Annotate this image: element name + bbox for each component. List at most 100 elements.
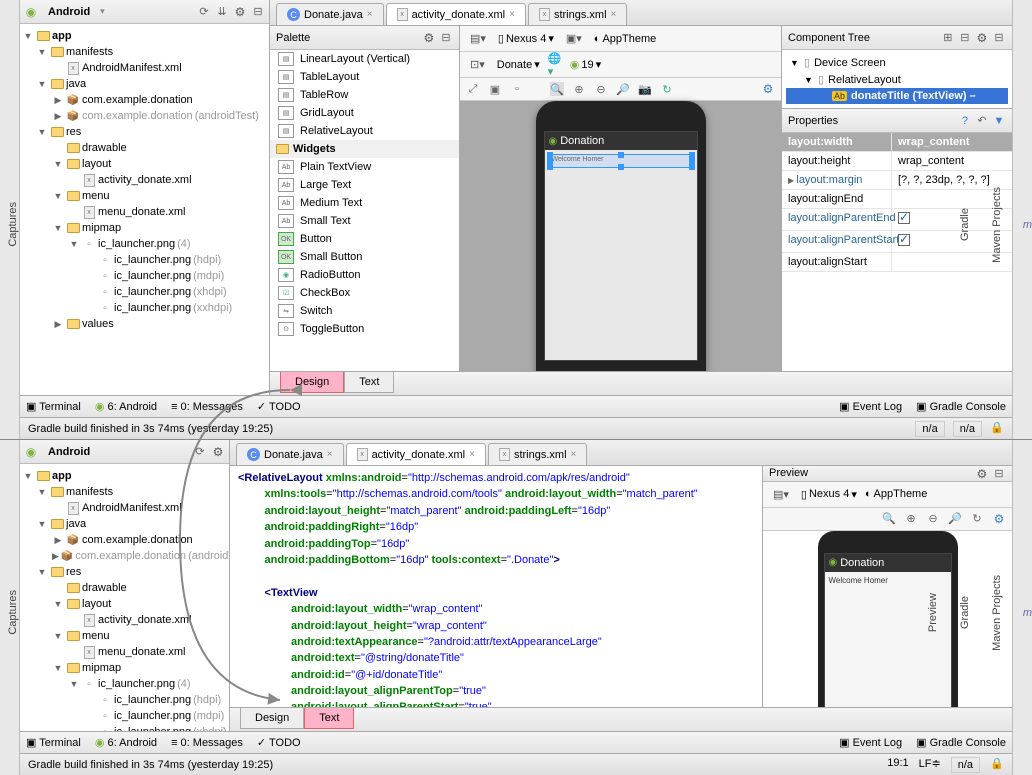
property-row[interactable]: layout:alignEnd — [782, 190, 1012, 209]
tree-item[interactable]: ▼res — [20, 564, 229, 580]
rail-captures[interactable]: Captures — [7, 198, 19, 251]
close-icon[interactable]: × — [327, 449, 333, 460]
editor-tab[interactable]: xactivity_donate.xml× — [346, 443, 486, 465]
property-row[interactable]: layout:alignStart — [782, 253, 1012, 272]
expand-all-icon[interactable]: ⊞ — [941, 30, 955, 44]
globe-icon[interactable]: 🌐▾ — [548, 58, 562, 72]
property-row[interactable]: layout:alignParentEnd — [782, 209, 1012, 231]
gear-icon[interactable]: ⚙ — [975, 31, 989, 45]
close-icon[interactable]: × — [571, 449, 577, 460]
rail-gradle[interactable]: Gradle — [959, 592, 971, 633]
zoom-out-icon[interactable]: ⊖ — [594, 82, 608, 96]
project-variant[interactable]: Android — [42, 6, 96, 18]
component-item[interactable]: ▼▯Device Screen — [786, 54, 1008, 71]
tree-item[interactable]: ▫ic_launcher.png (hdpi) — [20, 252, 269, 268]
android-logcat-button[interactable]: ◉ 6: Android — [95, 400, 157, 413]
gear-icon[interactable]: ⚙ — [761, 82, 775, 96]
line-sep[interactable]: LF≑ — [919, 757, 941, 773]
tree-item[interactable]: ▼layout — [20, 596, 229, 612]
zoom-in-icon[interactable]: ⊕ — [904, 512, 918, 526]
fit-icon[interactable]: ▣ — [488, 82, 502, 96]
gear-icon[interactable]: ⚙ — [992, 512, 1006, 526]
todo-button[interactable]: ✓ TODO — [257, 400, 301, 413]
api-selector[interactable]: ◉ 19▾ — [570, 58, 601, 71]
device-selector[interactable]: ▯ Nexus 4▾ — [498, 32, 554, 45]
tree-item[interactable]: ▼java — [20, 516, 229, 532]
revert-icon[interactable]: ↶ — [975, 113, 989, 127]
selected-widget[interactable]: Welcome Homer — [549, 154, 693, 168]
rail-maven[interactable]: Maven Projects — [991, 183, 1003, 267]
palette-toggle-icon[interactable]: ▤▾ — [466, 30, 490, 47]
module-selector[interactable]: Donate▾ — [497, 58, 540, 71]
project-tree[interactable]: ◉ Android ▾ ⟳ ⇊ ⚙ ⊟ ▼app▼manifestsxAndro… — [20, 0, 270, 395]
android-logcat-button[interactable]: ◉ 6: Android — [95, 736, 157, 749]
palette-item[interactable]: ⇋Switch — [270, 302, 459, 320]
tree-item[interactable]: xmenu_donate.xml — [20, 204, 269, 220]
gradle-console-button[interactable]: ▣ Gradle Console — [916, 400, 1006, 413]
editor-tab[interactable]: CDonate.java× — [236, 443, 344, 465]
rail-preview[interactable]: Preview — [927, 589, 939, 636]
expand-icon[interactable]: ⤢ — [466, 82, 480, 96]
event-log-button[interactable]: ▣ Event Log — [839, 736, 902, 749]
property-row[interactable]: layout:heightwrap_content — [782, 152, 1012, 171]
filter-icon[interactable]: ▼ — [992, 114, 1006, 128]
terminal-button[interactable]: ▣ Terminal — [26, 400, 81, 413]
project-tree-2[interactable]: ◉ Android ⟳ ⚙ ▼app▼manifestsxAndroidMani… — [20, 440, 230, 731]
tree-item[interactable]: ▶values — [20, 316, 269, 332]
gear-icon[interactable]: ⚙ — [211, 445, 225, 459]
messages-button[interactable]: ≡ 0: Messages — [171, 401, 243, 413]
tree-item[interactable]: ▫ic_launcher.png (mdpi) — [20, 708, 229, 724]
design-tab[interactable]: Design — [280, 372, 344, 393]
tree-item[interactable]: ▼mipmap — [20, 220, 269, 236]
zoom-icon[interactable]: ⊡▾ — [466, 56, 489, 73]
component-item[interactable]: ▼▯RelativeLayout — [786, 71, 1008, 88]
component-item[interactable]: AbdonateTitle (TextView) – — [786, 88, 1008, 104]
lock-icon[interactable]: 🔒 — [990, 421, 1004, 435]
tree-item[interactable]: drawable — [20, 140, 269, 156]
xml-editor[interactable]: <RelativeLayout xmlns:android="http://sc… — [230, 466, 762, 707]
editor-tab[interactable]: xstrings.xml× — [528, 3, 627, 25]
text-tab[interactable]: Text — [304, 708, 354, 729]
zoom-fit-icon[interactable]: 🔎 — [948, 512, 962, 526]
editor-tab[interactable]: xstrings.xml× — [488, 443, 587, 465]
gear-icon[interactable]: ⚙ — [422, 31, 436, 45]
screenshot-icon[interactable]: 📷 — [638, 82, 652, 96]
rail-maven[interactable]: Maven Projects — [991, 571, 1003, 655]
tree-item[interactable]: ▫ic_launcher.png (mdpi) — [20, 268, 269, 284]
tree-item[interactable]: ▼manifests — [20, 44, 269, 60]
rail-captures[interactable]: Captures — [7, 586, 19, 639]
todo-button[interactable]: ✓ TODO — [257, 736, 301, 749]
palette-item[interactable]: ▤LinearLayout (Vertical) — [270, 50, 459, 68]
tree-item[interactable]: drawable — [20, 580, 229, 596]
palette-item[interactable]: AbLarge Text — [270, 176, 459, 194]
design-canvas[interactable]: ◉Donation Welcome Homer — [460, 101, 781, 371]
tree-item[interactable]: ▫ic_launcher.png (xxhdpi) — [20, 300, 269, 316]
hide-icon[interactable]: ⊟ — [251, 5, 265, 19]
tree-item[interactable]: xAndroidManifest.xml — [20, 60, 269, 76]
hide-icon[interactable]: ⊟ — [992, 466, 1006, 480]
project-variant[interactable]: Android — [42, 446, 96, 458]
tree-item[interactable]: ▼layout — [20, 156, 269, 172]
property-row[interactable]: layout:alignParentStart — [782, 231, 1012, 253]
tree-item[interactable]: ▼▫ic_launcher.png (4) — [20, 236, 269, 252]
palette-item[interactable]: ◉RadioButton — [270, 266, 459, 284]
sync-icon[interactable]: ⟳ — [197, 5, 211, 19]
zoom-actual-icon[interactable]: 🔍 — [550, 82, 564, 96]
palette-item[interactable]: ▤RelativeLayout — [270, 122, 459, 140]
lock-icon[interactable]: 🔒 — [990, 757, 1004, 771]
encoding[interactable]: n/a — [951, 757, 980, 773]
zoom-in-icon[interactable]: ⊕ — [572, 82, 586, 96]
close-icon[interactable]: × — [367, 9, 373, 20]
zoom-out-icon[interactable]: ⊖ — [926, 512, 940, 526]
tree-item[interactable]: ▶📦com.example.donation (androidTest) — [20, 108, 269, 124]
tree-item[interactable]: ▼menu — [20, 188, 269, 204]
zoom-fit-icon[interactable]: 🔎 — [616, 82, 630, 96]
palette-item[interactable]: AbSmall Text — [270, 212, 459, 230]
tree-item[interactable]: ▼app — [20, 468, 229, 484]
tree-item[interactable]: ▶📦com.example.donation (androidTest) — [20, 548, 229, 564]
refresh-icon[interactable]: ↻ — [660, 82, 674, 96]
help-icon[interactable]: ? — [958, 114, 972, 128]
palette-item[interactable]: AbMedium Text — [270, 194, 459, 212]
palette-item[interactable]: AbPlain TextView — [270, 158, 459, 176]
gear-icon[interactable]: ⚙ — [975, 467, 989, 481]
